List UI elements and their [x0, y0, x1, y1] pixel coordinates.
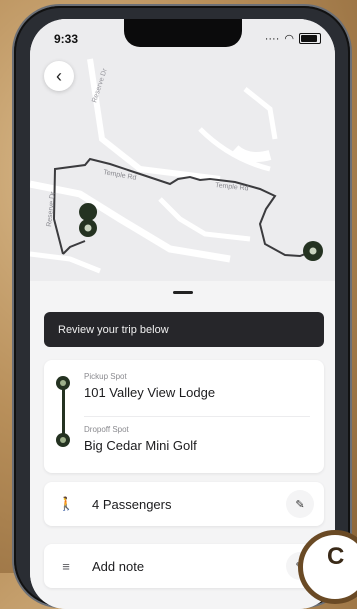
pickup-pin-icon: [56, 376, 70, 390]
dropoff-value[interactable]: Big Cedar Mini Golf: [84, 438, 197, 453]
route-divider: [84, 416, 310, 417]
passengers-row[interactable]: 🚶 4 Passengers ✎: [44, 482, 324, 526]
battery-icon: [299, 33, 321, 44]
status-time: 9:33: [54, 32, 79, 46]
note-lines-icon: ≡: [62, 558, 70, 574]
edit-passengers-button[interactable]: ✎: [286, 490, 314, 518]
review-banner: Review your trip below: [44, 312, 324, 347]
pencil-icon: ✎: [295, 498, 305, 511]
device-notch: [124, 19, 242, 47]
signal-icon: ····: [264, 32, 280, 45]
map-svg: Reserve Dr Temple Rd Temple Rd Reserve D…: [30, 58, 323, 274]
app-screen: Reserve Dr Temple Rd Temple Rd Reserve D…: [30, 19, 335, 609]
back-button[interactable]: ‹: [44, 61, 74, 91]
dropoff-map-marker[interactable]: [303, 241, 323, 261]
chevron-left-icon: ‹: [56, 65, 62, 86]
person-icon: 🚶: [58, 496, 75, 511]
map-view[interactable]: Reserve Dr Temple Rd Temple Rd Reserve D…: [30, 19, 335, 281]
status-indicators: ···· ◠: [265, 32, 321, 45]
dropoff-pin-icon: [56, 433, 70, 447]
trip-review-sheet: Review your trip below Pickup Spot 101 V…: [30, 281, 335, 609]
route-card: Pickup Spot 101 Valley View Lodge Dropof…: [44, 360, 324, 473]
pickup-value[interactable]: 101 Valley View Lodge: [84, 385, 215, 400]
dropoff-label: Dropoff Spot: [84, 425, 129, 434]
wifi-icon: ◠: [284, 33, 294, 45]
sheet-drag-handle[interactable]: [173, 291, 193, 294]
pickup-map-marker[interactable]: [79, 203, 98, 239]
passengers-label: 4 Passengers: [92, 496, 172, 512]
note-row[interactable]: ≡ Add note ✎: [44, 544, 324, 588]
review-banner-text: Review your trip below: [58, 323, 169, 336]
add-note-label: Add note: [92, 558, 145, 574]
pickup-label: Pickup Spot: [84, 372, 127, 381]
